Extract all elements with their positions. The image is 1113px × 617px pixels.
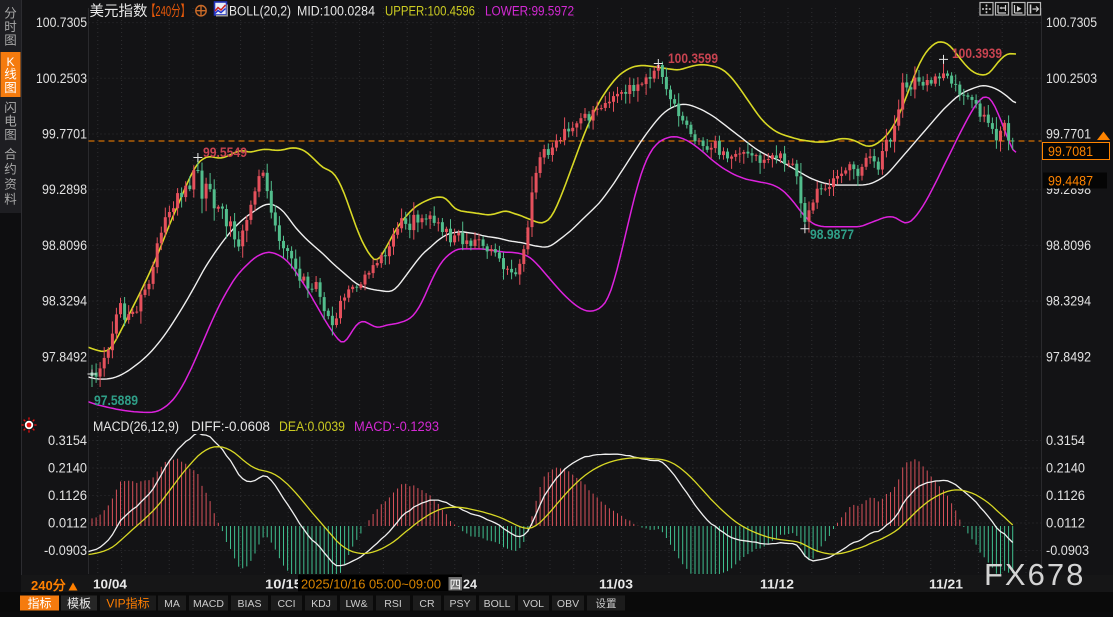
svg-text:UPPER:100.4596: UPPER:100.4596 bbox=[385, 4, 475, 19]
svg-text:100.3599: 100.3599 bbox=[668, 51, 718, 66]
svg-text:图: 图 bbox=[4, 33, 17, 47]
svg-text:0.1126: 0.1126 bbox=[48, 487, 87, 503]
svg-text:10/15: 10/15 bbox=[265, 577, 302, 592]
svg-text:RSI: RSI bbox=[384, 598, 402, 610]
svg-text:VIP指标: VIP指标 bbox=[106, 596, 149, 611]
svg-text:100.7305: 100.7305 bbox=[36, 14, 87, 30]
svg-text:BOLL: BOLL bbox=[484, 598, 511, 610]
svg-text:FX678: FX678 bbox=[984, 557, 1085, 592]
svg-text:指标: 指标 bbox=[27, 596, 51, 611]
svg-text:100.7305: 100.7305 bbox=[1046, 14, 1097, 30]
svg-text:KDJ: KDJ bbox=[311, 598, 331, 610]
svg-text:分: 分 bbox=[4, 7, 17, 21]
svg-text:CR: CR bbox=[419, 598, 435, 610]
svg-text:四: 四 bbox=[450, 579, 462, 591]
svg-text:98.9877: 98.9877 bbox=[810, 227, 854, 242]
svg-text:98.8096: 98.8096 bbox=[1046, 237, 1091, 253]
svg-text:24: 24 bbox=[463, 577, 478, 592]
svg-text:2025/10/16 05:00~09:00: 2025/10/16 05:00~09:00 bbox=[301, 578, 441, 592]
svg-text:DEA:0.0039: DEA:0.0039 bbox=[279, 419, 345, 434]
svg-text:98.3294: 98.3294 bbox=[42, 293, 87, 309]
svg-text:0.3154: 0.3154 bbox=[1046, 432, 1085, 448]
svg-text:99.7081: 99.7081 bbox=[1048, 143, 1093, 159]
svg-text:100.2503: 100.2503 bbox=[1046, 70, 1097, 86]
svg-text:线: 线 bbox=[4, 68, 17, 82]
svg-text:MACD(26,12,9): MACD(26,12,9) bbox=[93, 419, 179, 434]
svg-text:时: 时 bbox=[4, 20, 17, 34]
svg-text:BOLL(20,2): BOLL(20,2) bbox=[229, 4, 291, 19]
svg-text:0.2140: 0.2140 bbox=[1046, 460, 1085, 476]
svg-text:97.8492: 97.8492 bbox=[42, 348, 87, 364]
svg-text:98.3294: 98.3294 bbox=[1046, 293, 1091, 309]
svg-text:100.2503: 100.2503 bbox=[36, 70, 87, 86]
svg-text:CCI: CCI bbox=[277, 598, 295, 610]
svg-text:电: 电 bbox=[4, 114, 17, 128]
svg-text:100.3939: 100.3939 bbox=[952, 46, 1002, 61]
svg-text:11/21: 11/21 bbox=[929, 577, 963, 592]
svg-text:LW&: LW& bbox=[346, 598, 368, 610]
svg-text:97.5889: 97.5889 bbox=[94, 393, 138, 408]
svg-text:99.5549: 99.5549 bbox=[203, 145, 247, 160]
svg-text:MACD:-0.1293: MACD:-0.1293 bbox=[354, 419, 439, 434]
svg-text:99.4487: 99.4487 bbox=[1048, 173, 1093, 189]
svg-text:0.0112: 0.0112 bbox=[1046, 515, 1085, 531]
svg-text:设置: 设置 bbox=[596, 598, 617, 610]
svg-text:图: 图 bbox=[4, 128, 17, 142]
svg-text:240分: 240分 bbox=[31, 578, 66, 593]
svg-text:【240分】: 【240分】 bbox=[146, 3, 190, 20]
svg-text:模板: 模板 bbox=[67, 597, 91, 611]
svg-text:合: 合 bbox=[4, 147, 17, 162]
svg-text:0.3154: 0.3154 bbox=[48, 432, 87, 448]
svg-text:-0.0903: -0.0903 bbox=[1046, 542, 1089, 558]
svg-text:图: 图 bbox=[4, 81, 17, 95]
svg-text:MID:100.0284: MID:100.0284 bbox=[297, 4, 375, 19]
svg-text:MA: MA bbox=[164, 598, 180, 610]
svg-text:0.0112: 0.0112 bbox=[48, 515, 87, 531]
svg-text:LOWER:99.5972: LOWER:99.5972 bbox=[485, 4, 574, 19]
svg-text:PSY: PSY bbox=[449, 598, 470, 610]
svg-text:0.2140: 0.2140 bbox=[48, 460, 87, 476]
svg-text:OBV: OBV bbox=[557, 598, 579, 610]
svg-text:BIAS: BIAS bbox=[238, 598, 262, 610]
svg-text:料: 料 bbox=[4, 193, 17, 207]
svg-text:99.7701: 99.7701 bbox=[1046, 126, 1091, 142]
svg-text:约: 约 bbox=[4, 162, 17, 177]
svg-text:99.7701: 99.7701 bbox=[42, 126, 87, 142]
svg-text:10/04: 10/04 bbox=[93, 577, 128, 592]
svg-text:MACD: MACD bbox=[193, 598, 224, 610]
svg-text:资: 资 bbox=[4, 178, 17, 192]
svg-text:99.2898: 99.2898 bbox=[42, 181, 87, 197]
svg-text:美元指数: 美元指数 bbox=[90, 3, 148, 20]
svg-text:98.8096: 98.8096 bbox=[42, 237, 87, 253]
svg-text:闪: 闪 bbox=[4, 101, 17, 115]
svg-text:11/12: 11/12 bbox=[760, 577, 794, 592]
svg-text:97.8492: 97.8492 bbox=[1046, 348, 1091, 364]
svg-text:VOL: VOL bbox=[523, 598, 544, 610]
svg-text:0.1126: 0.1126 bbox=[1046, 487, 1085, 503]
svg-text:-0.0903: -0.0903 bbox=[44, 542, 87, 558]
svg-text:11/03: 11/03 bbox=[599, 577, 633, 592]
svg-text:DIFF:-0.0608: DIFF:-0.0608 bbox=[191, 419, 270, 434]
